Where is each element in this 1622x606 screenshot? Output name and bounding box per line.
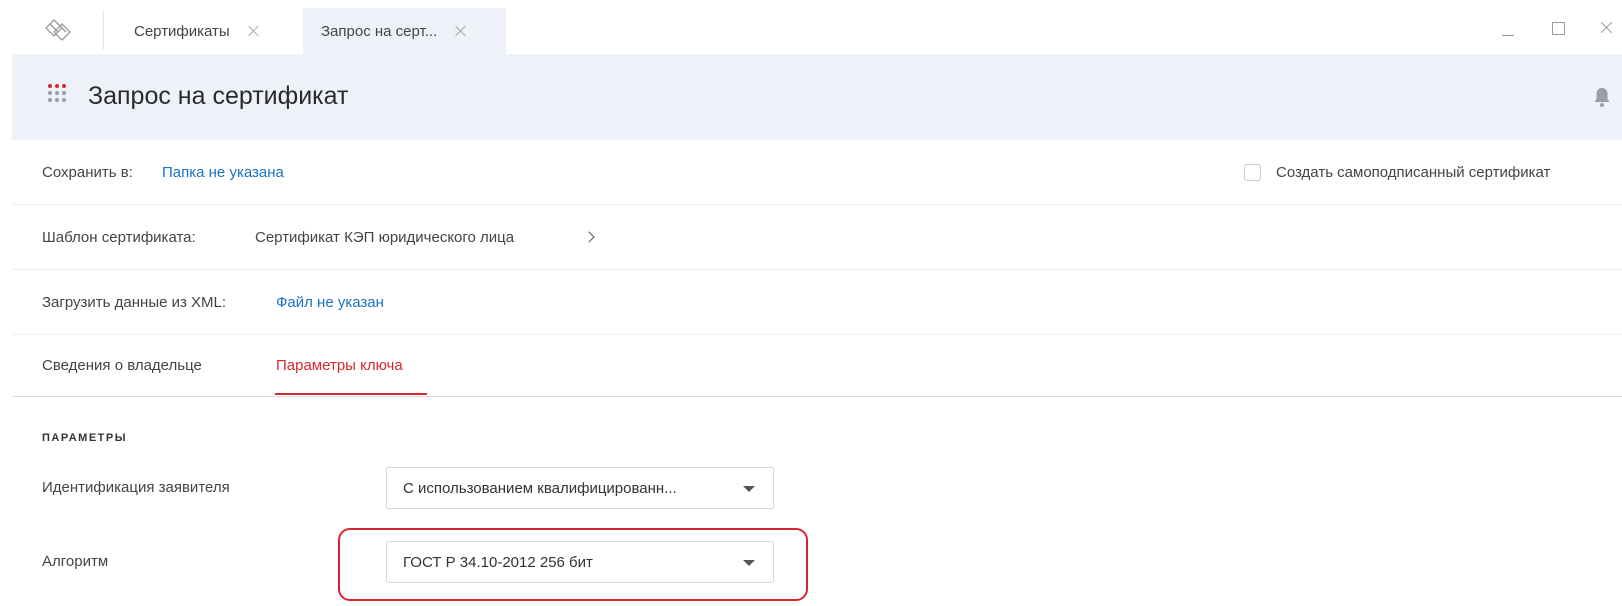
minimize-button[interactable] <box>1498 18 1518 38</box>
bell-icon[interactable] <box>1592 86 1612 108</box>
xml-load-row: Загрузить данные из XML: Файл не указан <box>12 270 1622 335</box>
tab-key-parameters[interactable]: Параметры ключа <box>276 357 403 374</box>
algorithm-label: Алгоритм <box>42 553 109 570</box>
save-location-label: Сохранить в: <box>42 164 133 181</box>
close-icon[interactable] <box>248 25 260 37</box>
self-signed-checkbox[interactable] <box>1244 164 1261 181</box>
xml-label: Загрузить данные из XML: <box>42 294 227 311</box>
section-title: ПАРАМЕТРЫ <box>42 432 127 444</box>
algorithm-value: ГОСТ Р 34.10-2012 256 бит <box>403 554 593 571</box>
self-signed-label[interactable]: Создать самоподписанный сертификат <box>1276 164 1550 181</box>
close-icon[interactable] <box>455 25 467 37</box>
caret-down-icon <box>743 486 755 492</box>
tab-owner-info[interactable]: Сведения о владельце <box>42 357 202 374</box>
app-logo-icon <box>45 19 71 41</box>
chevron-right-icon[interactable] <box>583 231 595 243</box>
identification-value: С использованием квалифицированн... <box>403 480 677 497</box>
certificate-template-row: Шаблон сертификата: Сертификат КЭП юриди… <box>12 205 1622 270</box>
algorithm-select[interactable]: ГОСТ Р 34.10-2012 256 бит <box>386 541 774 583</box>
grid-menu-icon[interactable] <box>48 84 68 104</box>
caret-down-icon <box>743 560 755 566</box>
save-location-row: Сохранить в: Папка не указана Создать са… <box>12 140 1622 205</box>
xml-file-link[interactable]: Файл не указан <box>276 294 384 311</box>
maximize-button[interactable] <box>1548 18 1568 38</box>
title-bar: Сертификаты Запрос на серт... <box>0 0 1622 54</box>
template-value[interactable]: Сертификат КЭП юридического лица <box>255 229 514 246</box>
active-tab-indicator <box>275 393 427 395</box>
tab-certificates[interactable]: Сертификаты <box>134 8 260 54</box>
tab-separator <box>103 10 104 50</box>
page-title: Запрос на сертификат <box>88 82 349 110</box>
content-tabs: Сведения о владельце Параметры ключа <box>12 335 1622 397</box>
template-label: Шаблон сертификата: <box>42 229 196 246</box>
tab-label: Сертификаты <box>134 22 230 40</box>
identification-label: Идентификация заявителя <box>42 479 230 496</box>
identification-select[interactable]: С использованием квалифицированн... <box>386 467 774 509</box>
page-header: Запрос на сертификат <box>12 54 1622 140</box>
tab-certificate-request[interactable]: Запрос на серт... <box>303 8 506 54</box>
tab-label: Запрос на серт... <box>321 22 438 40</box>
save-folder-link[interactable]: Папка не указана <box>162 164 284 181</box>
close-window-button[interactable] <box>1597 18 1617 38</box>
